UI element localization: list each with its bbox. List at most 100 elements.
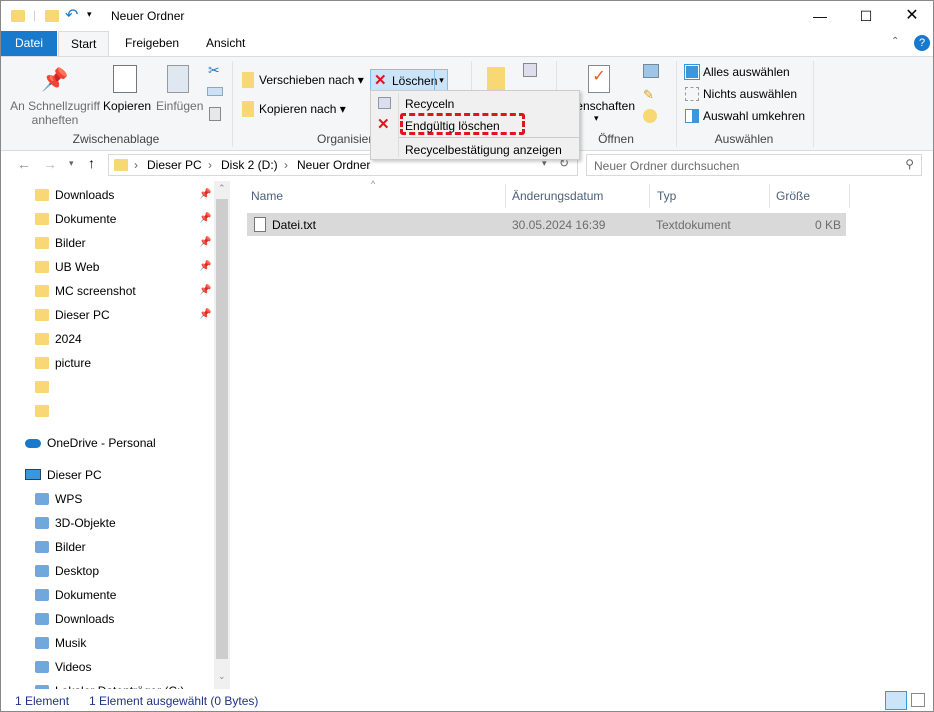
folder-icon	[35, 261, 49, 273]
cloud-icon	[25, 439, 41, 448]
ribbon-collapse-icon[interactable]: ⌃	[891, 36, 899, 47]
folder-icon	[35, 285, 49, 297]
nav-item-this-pc[interactable]: Dieser PC	[1, 463, 214, 487]
scrollbar-thumb[interactable]	[216, 199, 228, 659]
group-label-organize: Organisieren	[317, 132, 377, 146]
undo-icon[interactable]: ↶	[65, 5, 78, 25]
select-none-icon	[685, 87, 699, 101]
cut-icon[interactable]: ✂	[208, 62, 220, 79]
edit-icon[interactable]: ✎	[643, 87, 654, 103]
group-label-select: Auswählen	[714, 132, 774, 146]
paste-icon	[167, 65, 189, 93]
column-header-date[interactable]: Änderungsdatum	[512, 189, 603, 203]
nav-item[interactable]: WPS	[1, 487, 214, 511]
tab-start[interactable]: Start	[58, 31, 110, 56]
nav-item[interactable]: picture	[1, 351, 214, 375]
nav-item[interactable]: Dieser PC 📌	[1, 303, 214, 327]
forward-button[interactable]: →	[43, 156, 57, 172]
nav-item-onedrive[interactable]: OneDrive - Personal	[1, 431, 214, 455]
move-to-button[interactable]: Verschieben nach ▾	[259, 73, 364, 87]
table-row[interactable]: Datei.txt 30.05.2024 16:39 Textdokument …	[247, 213, 846, 236]
pin-icon: 📌	[199, 189, 212, 200]
nav-item[interactable]: Dokumente 📌	[1, 207, 214, 231]
title-bar: | ↶ ▾ Neuer Ordner — ☐ ✕	[1, 1, 933, 31]
back-button[interactable]: ←	[17, 156, 31, 172]
menu-item-recycle[interactable]: Recyceln	[405, 97, 454, 111]
select-all-button[interactable]: Alles auswählen	[703, 65, 790, 79]
nav-item[interactable]: 2024	[1, 327, 214, 351]
recent-locations-icon[interactable]: ▾	[69, 158, 74, 169]
location-icon	[35, 589, 49, 601]
sort-ascending-icon: ^	[371, 179, 376, 189]
location-icon	[35, 493, 49, 505]
new-item-icon[interactable]	[523, 63, 537, 77]
select-all-icon	[684, 64, 700, 80]
nav-scrollbar[interactable]: ⌃ ⌄	[214, 181, 230, 689]
file-name: Datei.txt	[272, 218, 317, 232]
nav-item[interactable]: Videos	[1, 655, 214, 679]
folder-icon	[11, 10, 25, 22]
open-icon[interactable]	[643, 64, 659, 78]
text-file-icon	[254, 217, 266, 232]
folder-icon	[35, 405, 49, 417]
select-none-button[interactable]: Nichts auswählen	[703, 87, 797, 101]
menu-item-permanent-delete[interactable]: Endgültig löschen	[405, 119, 500, 133]
search-icon: ⚲	[905, 157, 914, 171]
up-button[interactable]: ↑	[88, 155, 95, 171]
search-input[interactable]: Neuer Ordner durchsuchen ⚲	[586, 154, 922, 176]
nav-item[interactable]: Musik	[1, 631, 214, 655]
computer-icon	[25, 469, 41, 480]
delete-dropdown-menu: Recyceln ✕ Endgültig löschen Recycelbest…	[370, 90, 580, 160]
column-header-type[interactable]: Typ	[657, 189, 676, 203]
folder-icon	[35, 357, 49, 369]
tab-datei[interactable]: Datei	[1, 31, 57, 56]
breadcrumb-item[interactable]: Disk 2 (D:)	[221, 158, 278, 172]
breadcrumb-item[interactable]: Dieser PC	[147, 158, 202, 172]
column-header-name[interactable]: Name	[251, 189, 283, 203]
minimize-button[interactable]: —	[797, 1, 843, 31]
delete-button[interactable]: ✕ Löschen ▾	[370, 69, 448, 91]
nav-item[interactable]: Bilder 📌	[1, 231, 214, 255]
pin-icon: 📌	[199, 237, 212, 248]
breadcrumb-item[interactable]: Neuer Ordner	[297, 158, 370, 172]
location-icon	[35, 517, 49, 529]
paste-button[interactable]: Einfügen	[156, 99, 203, 113]
folder-icon	[35, 333, 49, 345]
help-icon[interactable]: ?	[914, 35, 930, 51]
nav-item[interactable]: Desktop	[1, 559, 214, 583]
tab-freigeben[interactable]: Freigeben	[113, 31, 191, 56]
properties-dropdown-icon[interactable]: ▾	[594, 113, 599, 124]
details-view-button[interactable]	[885, 691, 907, 710]
close-button[interactable]: ✕	[889, 1, 933, 31]
file-size: 0 KB	[814, 218, 841, 232]
column-header-size[interactable]: Größe	[776, 189, 810, 203]
new-folder-icon[interactable]	[45, 10, 59, 22]
nav-item[interactable]	[1, 375, 214, 399]
copy-to-icon	[242, 101, 254, 117]
nav-item[interactable]: UB Web 📌	[1, 255, 214, 279]
quick-access-dropdown-icon[interactable]: ▾	[87, 9, 92, 20]
pin-quick-access-button[interactable]: An Schnellzugriff anheften	[7, 99, 103, 127]
nav-item[interactable]: MC screenshot 📌	[1, 279, 214, 303]
menu-item-show-recycle-confirmation[interactable]: Recycelbestätigung anzeigen	[405, 143, 562, 157]
nav-item[interactable]: Downloads 📌	[1, 183, 214, 207]
paste-shortcut-icon[interactable]	[209, 107, 221, 121]
nav-item[interactable]	[1, 399, 214, 423]
pin-icon: 📌	[199, 261, 212, 272]
copy-button[interactable]: Kopieren	[103, 99, 151, 113]
nav-item[interactable]: Downloads	[1, 607, 214, 631]
invert-selection-button[interactable]: Auswahl umkehren	[703, 109, 805, 123]
nav-item[interactable]: Dokumente	[1, 583, 214, 607]
nav-item[interactable]: Lokaler Datenträger (C:)	[1, 679, 214, 689]
maximize-button[interactable]: ☐	[843, 1, 889, 31]
ribbon-tabs: Datei Start Freigeben Ansicht ⌃ ?	[1, 31, 933, 56]
folder-icon	[35, 237, 49, 249]
tab-ansicht[interactable]: Ansicht	[194, 31, 257, 56]
large-icons-view-button[interactable]	[911, 693, 925, 707]
delete-dropdown-icon[interactable]: ▾	[434, 69, 448, 91]
nav-item[interactable]: Bilder	[1, 535, 214, 559]
copy-to-button[interactable]: Kopieren nach ▾	[259, 102, 346, 116]
nav-item[interactable]: 3D-Objekte	[1, 511, 214, 535]
copy-path-icon[interactable]	[207, 87, 223, 96]
history-icon[interactable]	[643, 109, 657, 123]
